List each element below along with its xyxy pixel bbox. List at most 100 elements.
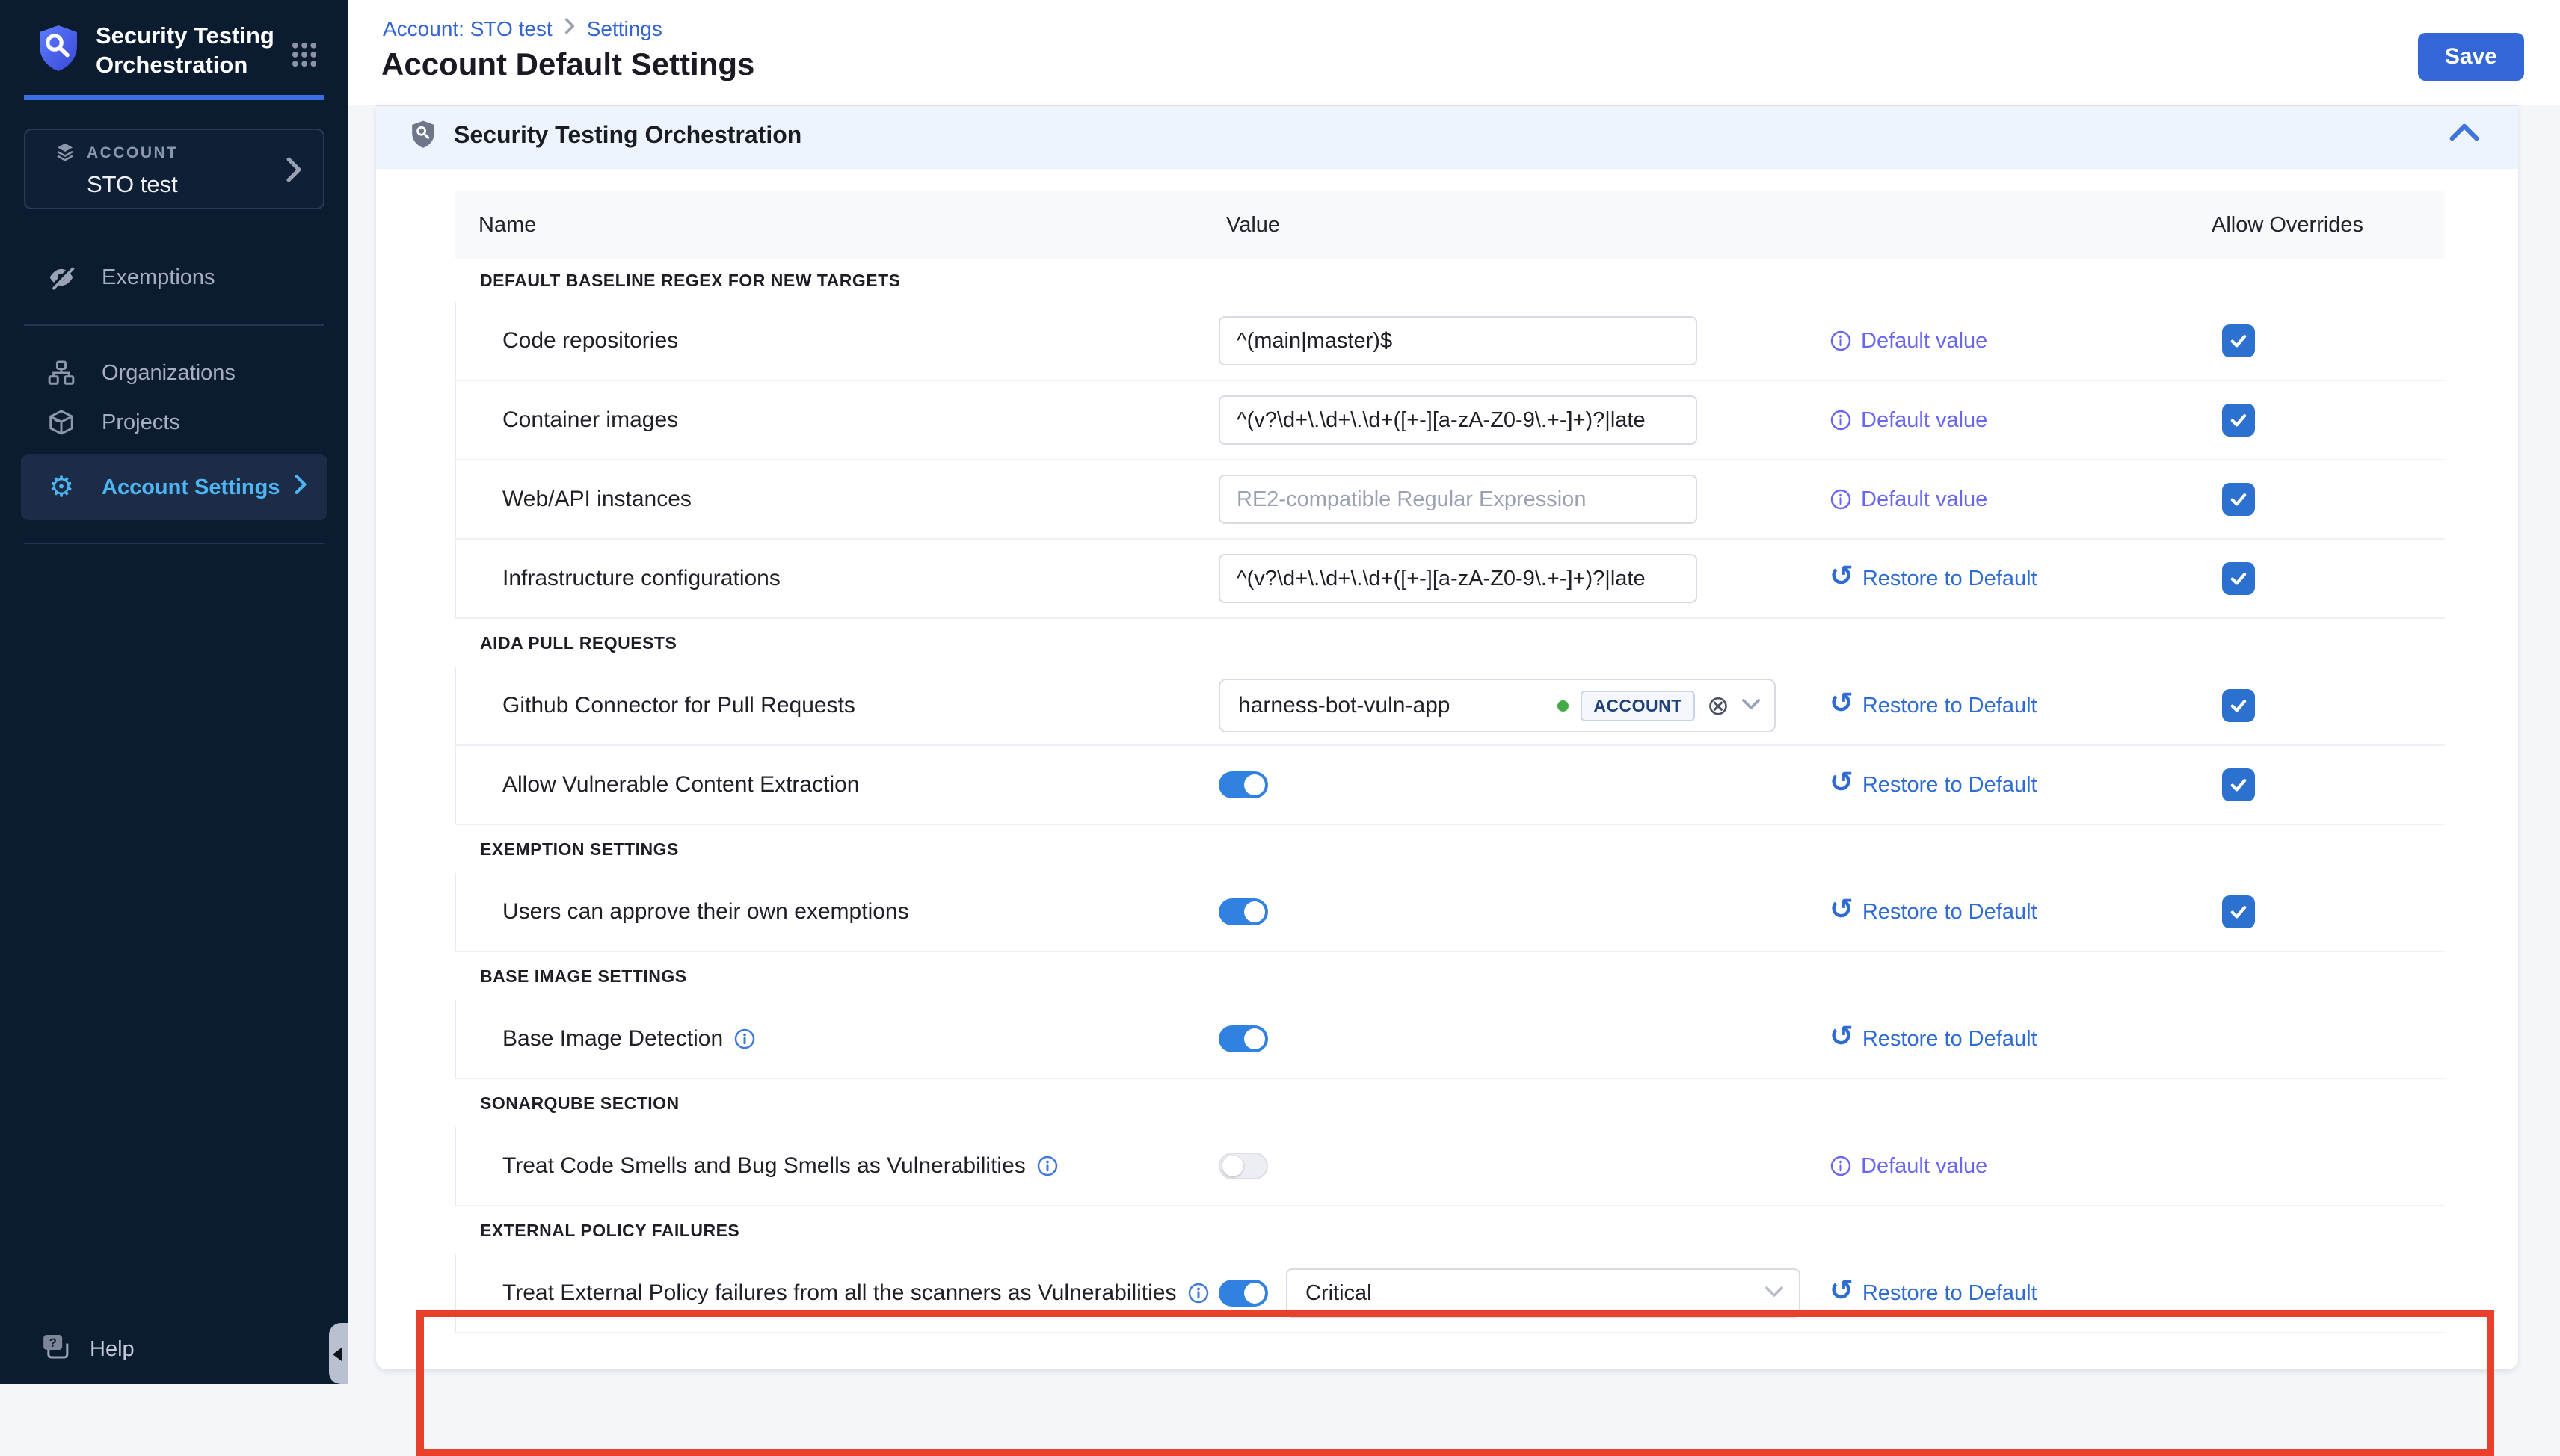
base-image-detection-toggle[interactable] xyxy=(1219,1025,1268,1052)
table-row: Allow Vulnerable Content Extraction ↺ Re… xyxy=(455,746,2445,825)
allow-overrides-checkbox[interactable] xyxy=(2222,562,2255,595)
github-connector-field[interactable]: harness-bot-vuln-app ACCOUNT ⊗ xyxy=(1219,679,1776,732)
section-label-exemption-settings: EXEMPTION SETTINGS xyxy=(455,825,2445,873)
panel-title: Security Testing Orchestration xyxy=(454,121,801,149)
sidebar-item-label: Account Settings xyxy=(102,475,280,500)
link-label: Default value xyxy=(1861,329,1987,354)
link-label: Default value xyxy=(1861,408,1987,433)
container-images-regex-input[interactable] xyxy=(1219,395,1697,445)
app-title: Security Testing Orchestration xyxy=(96,21,283,79)
restore-to-default-link[interactable]: ↺ Restore to Default xyxy=(1830,691,2213,720)
default-value-link[interactable]: Default value xyxy=(1830,329,2213,354)
restore-to-default-link[interactable]: ↺ Restore to Default xyxy=(1830,564,2213,593)
severity-dropdown[interactable]: Critical xyxy=(1286,1268,1800,1318)
default-value-link[interactable]: Default value xyxy=(1830,1154,2213,1179)
sto-settings-panel-header[interactable]: Security Testing Orchestration xyxy=(376,105,2518,169)
sidebar-divider xyxy=(24,324,324,326)
chevron-up-icon[interactable] xyxy=(2449,123,2479,146)
info-icon[interactable] xyxy=(733,1028,756,1050)
setting-label: Treat External Policy failures from all … xyxy=(502,1280,1177,1306)
setting-label: Github Connector for Pull Requests xyxy=(456,693,1219,718)
restore-to-default-link[interactable]: ↺ Restore to Default xyxy=(1830,1279,2213,1307)
restore-to-default-link[interactable]: ↺ Restore to Default xyxy=(1830,898,2213,926)
sidebar-item-account-settings[interactable]: ⚙ Account Settings xyxy=(21,454,327,520)
account-name: STO test xyxy=(87,171,179,198)
table-header-row: Name Value Allow Overrides xyxy=(455,191,2445,259)
sidebar: Security Testing Orchestration ACCOUNT xyxy=(0,0,348,1384)
setting-label: Base Image Detection xyxy=(502,1026,723,1052)
chevron-down-icon[interactable] xyxy=(1741,697,1761,715)
layers-icon xyxy=(54,141,76,167)
approve-own-exemptions-toggle[interactable] xyxy=(1219,898,1268,925)
sidebar-item-exemptions[interactable]: Exemptions xyxy=(0,253,348,302)
restore-to-default-link[interactable]: ↺ Restore to Default xyxy=(1830,771,2213,799)
breadcrumb-settings-link[interactable]: Settings xyxy=(587,17,662,41)
settings-card: Security Testing Orchestration Name Valu… xyxy=(376,105,2518,1369)
sidebar-collapse-handle[interactable] xyxy=(329,1323,348,1384)
table-row: Container images Default value xyxy=(455,381,2445,460)
chevron-right-icon xyxy=(293,473,308,502)
external-policy-failures-toggle[interactable] xyxy=(1219,1280,1268,1307)
sidebar-item-help[interactable]: ? Help xyxy=(0,1324,135,1374)
link-label: Restore to Default xyxy=(1862,1281,2037,1306)
module-grid-icon[interactable] xyxy=(289,39,320,74)
account-scope-selector[interactable]: ACCOUNT STO test xyxy=(24,129,324,209)
restore-to-default-link[interactable]: ↺ Restore to Default xyxy=(1830,1025,2213,1053)
link-label: Restore to Default xyxy=(1862,567,2037,591)
allow-overrides-checkbox[interactable] xyxy=(2222,768,2255,801)
section-label-sonarqube-section: SONARQUBE SECTION xyxy=(455,1079,2445,1127)
link-label: Restore to Default xyxy=(1862,1027,2037,1052)
section-label-external-policy-failures: EXTERNAL POLICY FAILURES xyxy=(455,1206,2445,1254)
code-smells-toggle[interactable] xyxy=(1219,1153,1268,1179)
info-icon[interactable] xyxy=(1187,1282,1210,1304)
chevron-down-icon xyxy=(1764,1285,1784,1302)
default-value-link[interactable]: Default value xyxy=(1830,487,2213,512)
main-content: Account: STO test Settings Account Defau… xyxy=(348,0,2560,1384)
allow-overrides-checkbox[interactable] xyxy=(2222,324,2255,357)
vulnerable-content-extraction-toggle[interactable] xyxy=(1219,771,1268,798)
restore-icon: ↺ xyxy=(1830,562,1853,590)
allow-overrides-checkbox[interactable] xyxy=(2222,483,2255,516)
web-api-instances-regex-input[interactable] xyxy=(1219,475,1697,524)
connector-status-dot xyxy=(1557,700,1569,712)
info-icon[interactable] xyxy=(1036,1155,1059,1177)
account-scope-label: ACCOUNT xyxy=(87,144,179,162)
infrastructure-config-regex-input[interactable] xyxy=(1219,554,1697,603)
clear-connector-icon[interactable]: ⊗ xyxy=(1707,692,1729,719)
breadcrumb-chevron-icon xyxy=(563,16,576,41)
sidebar-item-organizations[interactable]: Organizations xyxy=(0,348,348,398)
link-label: Restore to Default xyxy=(1862,900,2037,925)
allow-overrides-checkbox[interactable] xyxy=(2222,895,2255,928)
breadcrumb-account-link[interactable]: Account: STO test xyxy=(383,17,553,41)
save-button[interactable]: Save xyxy=(2418,33,2524,81)
sto-shield-logo-icon xyxy=(34,22,82,78)
table-row: Code repositories Default value xyxy=(455,302,2445,381)
setting-label: Users can approve their own exemptions xyxy=(456,899,1219,925)
sidebar-item-label: Projects xyxy=(102,410,180,435)
sidebar-item-label: Organizations xyxy=(102,361,236,386)
svg-text:?: ? xyxy=(49,1336,57,1350)
org-chart-icon xyxy=(45,359,78,387)
link-label: Default value xyxy=(1861,487,1987,512)
connector-scope-tag: ACCOUNT xyxy=(1581,691,1695,721)
chevron-right-icon xyxy=(284,155,304,188)
allow-overrides-checkbox[interactable] xyxy=(2222,404,2255,437)
section-label-aida-pull-requests: AIDA PULL REQUESTS xyxy=(455,619,2445,667)
sidebar-item-projects[interactable]: Projects xyxy=(0,398,348,447)
breadcrumb: Account: STO test Settings xyxy=(383,16,662,41)
link-label: Restore to Default xyxy=(1862,694,2037,718)
code-repositories-regex-input[interactable] xyxy=(1219,316,1697,365)
link-label: Default value xyxy=(1861,1154,1987,1179)
restore-icon: ↺ xyxy=(1830,895,1853,924)
allow-overrides-checkbox[interactable] xyxy=(2222,689,2255,722)
page-title: Account Default Settings xyxy=(381,46,754,82)
section-label-base-image-settings: BASE IMAGE SETTINGS xyxy=(455,952,2445,1000)
help-label: Help xyxy=(90,1337,135,1362)
table-row: Treat External Policy failures from all … xyxy=(455,1254,2445,1333)
page-header: Account: STO test Settings Account Defau… xyxy=(348,0,2560,105)
setting-label: Container images xyxy=(456,407,1219,433)
sidebar-header: Security Testing Orchestration xyxy=(0,0,348,100)
table-row: Base Image Detection ↺ Restore to Defaul… xyxy=(455,1000,2445,1079)
default-value-link[interactable]: Default value xyxy=(1830,408,2213,433)
setting-label: Treat Code Smells and Bug Smells as Vuln… xyxy=(502,1153,1026,1179)
